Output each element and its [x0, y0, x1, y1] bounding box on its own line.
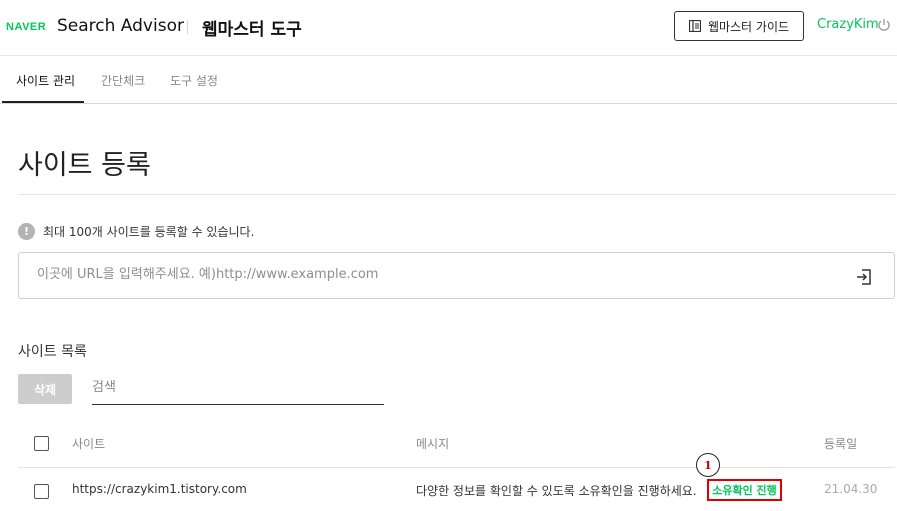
row-message: 다양한 정보를 확인할 수 있도록 소유확인을 진행하세요. [416, 484, 697, 498]
header-divider [187, 20, 188, 34]
main-tabs: 사이트 관리 간단체크 도구 설정 [0, 56, 897, 104]
submit-enter-icon[interactable] [855, 268, 873, 286]
site-limit-notice: ! 최대 100개 사이트를 등록할 수 있습니다. [18, 223, 254, 240]
verify-ownership-link[interactable]: 소유확인 진행 [707, 479, 782, 501]
url-input-box [18, 252, 895, 299]
logout-power-icon[interactable] [877, 18, 891, 32]
select-all-checkbox[interactable] [34, 436, 49, 451]
registration-date: 21.04.30 [824, 482, 878, 496]
title-divider [18, 194, 895, 195]
username[interactable]: CrazyKim [817, 17, 879, 32]
info-icon: ! [18, 223, 35, 240]
tab-tool-settings[interactable]: 도구 설정 [170, 72, 218, 89]
url-input[interactable] [37, 267, 817, 282]
book-icon [688, 20, 701, 32]
naver-logo[interactable]: NAVER [6, 21, 46, 33]
notice-text: 최대 100개 사이트를 등록할 수 있습니다. [43, 225, 255, 239]
site-list-title: 사이트 목록 [18, 344, 87, 360]
page-title: 사이트 등록 [18, 150, 151, 181]
site-url-link[interactable]: https://crazykim1.tistory.com [72, 482, 247, 496]
active-tab-indicator [2, 101, 84, 103]
app-title[interactable]: 웹마스터 도구 [202, 15, 302, 40]
step-callout-badge: 1 [696, 453, 720, 477]
brand-name[interactable]: Search Advisor [57, 16, 184, 36]
webmaster-guide-label: 웹마스터 가이드 [707, 19, 790, 34]
tab-site-management[interactable]: 사이트 관리 [16, 72, 75, 89]
column-header-site: 사이트 [72, 437, 106, 451]
column-header-message: 메시지 [416, 437, 450, 451]
table-header-divider [18, 467, 895, 468]
column-header-date: 등록일 [824, 437, 858, 451]
top-header: NAVER Search Advisor 웹마스터 도구 웹마스터 가이드 Cr… [0, 0, 897, 56]
site-search-input[interactable] [92, 380, 382, 395]
webmaster-guide-button[interactable]: 웹마스터 가이드 [674, 11, 804, 41]
delete-button[interactable]: 삭제 [18, 374, 72, 404]
row-checkbox[interactable] [34, 484, 49, 499]
site-search-field [92, 376, 384, 405]
tab-quick-check[interactable]: 간단체크 [101, 72, 145, 89]
